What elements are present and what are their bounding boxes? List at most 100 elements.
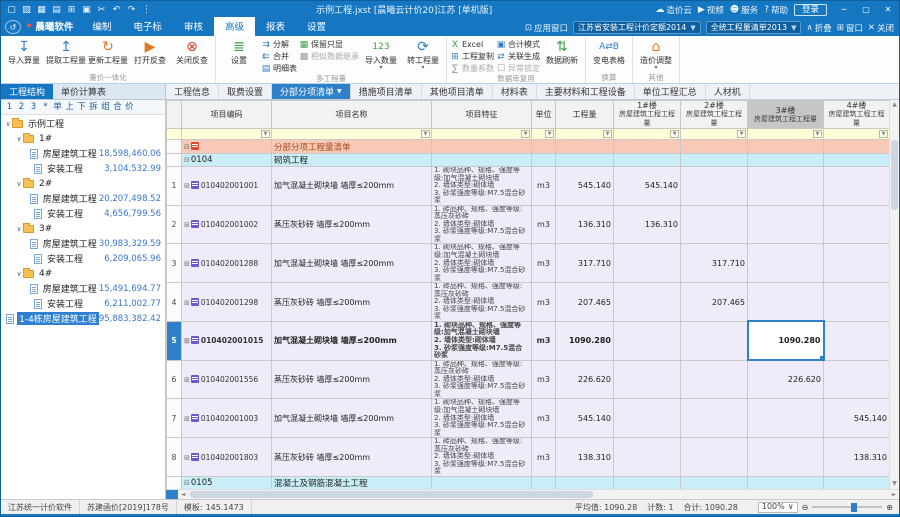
col-header-qty[interactable]: 工程量 [556, 101, 614, 129]
tree-node[interactable]: 安装工程6,211,002.77 [1, 296, 165, 311]
row-number[interactable]: 5 [167, 321, 182, 360]
tab-单位工程汇总[interactable]: 单位工程汇总 [635, 84, 706, 99]
copy-icon[interactable]: ⊞ [65, 3, 78, 16]
sidebar-tab-单价计算表[interactable]: 单价计算表 [53, 84, 114, 99]
expand-icon[interactable]: ⊞ [184, 337, 190, 345]
scroll-down-icon[interactable]: ▼ [890, 479, 899, 489]
filter-cell-b3[interactable]: ▼ [748, 129, 824, 140]
tree-toolbar-button-组[interactable]: 组 [100, 101, 111, 113]
app-brand[interactable]: ✦晨曦软件 [23, 19, 81, 36]
tab-分部分项清单[interactable]: 分部分项清单▼ [272, 84, 351, 99]
row-number[interactable]: 3 [167, 244, 182, 283]
collapse-ribbon-button[interactable]: ∧折叠 [806, 22, 831, 34]
tree-node[interactable]: 房屋建筑工程20,207,498.52 [1, 191, 165, 206]
boq-item-row[interactable]: 8⊞010402001803蒸压灰砂砖 墙厚≤200mm1. 砖品种、规格、强度… [167, 438, 890, 477]
boq-item-row[interactable]: 3⊞010402001288加气混凝土砌块墙 墙厚≤200mm1. 砌块品种、规… [167, 244, 890, 283]
col-header-num[interactable] [167, 101, 182, 129]
filter-icon[interactable]: ▼ [603, 130, 612, 138]
row-number[interactable]: 6 [167, 360, 182, 399]
vertical-scrollbar[interactable]: ▲ ▼ [889, 100, 899, 489]
row-number[interactable]: 4 [167, 283, 182, 322]
data-refresh-button[interactable]: ⇅数据刷新 [542, 37, 582, 65]
filter-icon[interactable]: ▼ [421, 130, 430, 138]
filter-icon[interactable]: ▼ [813, 130, 822, 138]
ribbon-tab-高级[interactable]: 高级 [214, 17, 255, 36]
row-number[interactable]: 2 [167, 205, 182, 244]
expand-icon[interactable]: ⊞ [184, 182, 190, 190]
boq-item-row[interactable]: 6⊞010402001556蒸压灰砂砖 墙厚≤200mm1. 砖品种、规格、强度… [167, 360, 890, 399]
tree-toolbar-button-*[interactable]: * [40, 101, 51, 113]
col-header-code[interactable]: 项目编码 [182, 101, 272, 129]
filter-icon[interactable]: ▼ [670, 130, 679, 138]
tab-人材机[interactable]: 人材机 [706, 84, 750, 99]
boq-item-row[interactable]: 5⊞010402001015加气混凝土砌块墙 墙厚≤200mm1. 砌块品种、规… [167, 321, 890, 360]
filter-cell-name[interactable]: ▼ [272, 129, 432, 140]
filter-icon[interactable]: ▼ [521, 130, 530, 138]
ribbon-tab-编制[interactable]: 编制 [81, 17, 122, 36]
list-dropdown[interactable]: 全统工程量清单2013▼ [706, 21, 802, 34]
update-quantity-button[interactable]: ↻更新工程量 [88, 37, 128, 65]
section-row[interactable]: ⊟0104砌筑工程 [167, 154, 890, 167]
tree-node[interactable]: 房屋建筑工程15,491,694.77 [1, 281, 165, 296]
excel-button[interactable]: XExcel [450, 39, 494, 50]
minimize-button[interactable]: ─ [833, 1, 855, 18]
tree-toolbar-button-3[interactable]: 3 [28, 101, 39, 113]
decompose-button[interactable]: ⇉分解 [261, 39, 297, 50]
filter-cell-code[interactable]: ▼ [182, 129, 272, 140]
expand-icon[interactable]: ⊞ [184, 454, 190, 462]
cut-icon[interactable]: ✂ [95, 3, 108, 16]
tree-toolbar-button-价[interactable]: 价 [124, 101, 135, 113]
save-icon[interactable]: ▦ [35, 3, 48, 16]
cost-cloud-button[interactable]: ☁造价云 [655, 4, 692, 16]
new-file-icon[interactable]: ▢ [5, 3, 18, 16]
convert-quantity-button[interactable]: ⟳转工程量▾ [403, 37, 443, 70]
scroll-right-icon[interactable]: ► [889, 491, 899, 498]
tree-node[interactable]: 安装工程4,656,799.56 [1, 206, 165, 221]
tree-node[interactable]: 1-4栋房屋建筑工程95,883,382.42 [1, 311, 165, 326]
filter-cell-feat[interactable]: ▼ [432, 129, 532, 140]
boq-item-row[interactable]: 7⊞010402001003加气混凝土砌块墙 墙厚≤200mm1. 砌块品种、规… [167, 399, 890, 438]
collapse-icon[interactable]: ⊟ [184, 479, 190, 487]
horizontal-scroll-thumb[interactable] [190, 491, 593, 498]
tree-toolbar-button-1[interactable]: 1 [4, 101, 15, 113]
boq-item-row[interactable]: 4⊞010402001298蒸压灰砂砖 墙厚≤200mm1. 砖品种、规格、强度… [167, 283, 890, 322]
windows-button[interactable]: ⊞窗口 [837, 22, 863, 34]
project-copy-button[interactable]: ⊞工程复制 [450, 51, 494, 62]
expand-icon[interactable]: ∨ [4, 120, 12, 128]
tab-工程信息[interactable]: 工程信息 [166, 84, 219, 99]
back-icon[interactable]: ↺ [5, 20, 21, 34]
scroll-left-icon[interactable]: ◄ [178, 491, 188, 498]
tab-措施项目清单[interactable]: 措施项目清单 [351, 84, 422, 99]
group-header-row[interactable]: ⊟分部分项工程量清单 [167, 140, 890, 154]
col-header-unit[interactable]: 单位 [532, 101, 556, 129]
col-header-feat[interactable]: 项目特征 [432, 101, 532, 129]
boq-item-row[interactable]: 2⊞010402001002蒸压灰砂砖 墙厚≤200mm1. 砖品种、规格、强度… [167, 205, 890, 244]
zoom-slider[interactable] [812, 506, 882, 508]
collapse-icon[interactable]: ⊟ [184, 156, 190, 164]
section-row[interactable]: ⊟0105混凝土及钢筋混凝土工程 [167, 476, 890, 489]
filter-icon[interactable]: ▼ [545, 130, 554, 138]
tree-node[interactable]: ∨1# [1, 131, 165, 146]
tab-其他项目清单[interactable]: 其他项目清单 [422, 84, 493, 99]
building-quantity-cell-b3[interactable]: 1090.280 [748, 321, 824, 360]
help-button[interactable]: ?帮助 [764, 4, 788, 16]
close-backcheck-button[interactable]: ⊗关闭反查 [172, 37, 212, 65]
close-button[interactable]: ✕ [877, 1, 899, 18]
row-number[interactable]: 1 [167, 167, 182, 206]
collapse-icon[interactable]: ⊟ [184, 143, 190, 151]
ribbon-tab-报表[interactable]: 报表 [255, 17, 296, 36]
settings-button[interactable]: ≣设置 [219, 37, 259, 65]
cost-adjust-button[interactable]: ⌂造价调整▾ [636, 37, 676, 70]
tree-node[interactable]: ∨4# [1, 266, 165, 281]
quota-dropdown[interactable]: 江苏省安装工程计价定额2014▼ [573, 21, 701, 34]
tree-node[interactable]: ∨示例工程 [1, 116, 165, 131]
col-header-name[interactable]: 项目名称 [272, 101, 432, 129]
filter-cell-qty[interactable]: ▼ [556, 129, 614, 140]
filter-cell-b4[interactable]: ▼ [824, 129, 890, 140]
login-button[interactable]: 登录 [794, 4, 827, 16]
undo-icon[interactable]: ↶ [110, 3, 123, 16]
tree-toolbar-button-合[interactable]: 合 [112, 101, 123, 113]
zoom-level-dropdown[interactable]: 100%∨ [758, 502, 798, 513]
filter-icon[interactable]: ▼ [879, 130, 888, 138]
expand-icon[interactable]: ∨ [15, 180, 23, 188]
